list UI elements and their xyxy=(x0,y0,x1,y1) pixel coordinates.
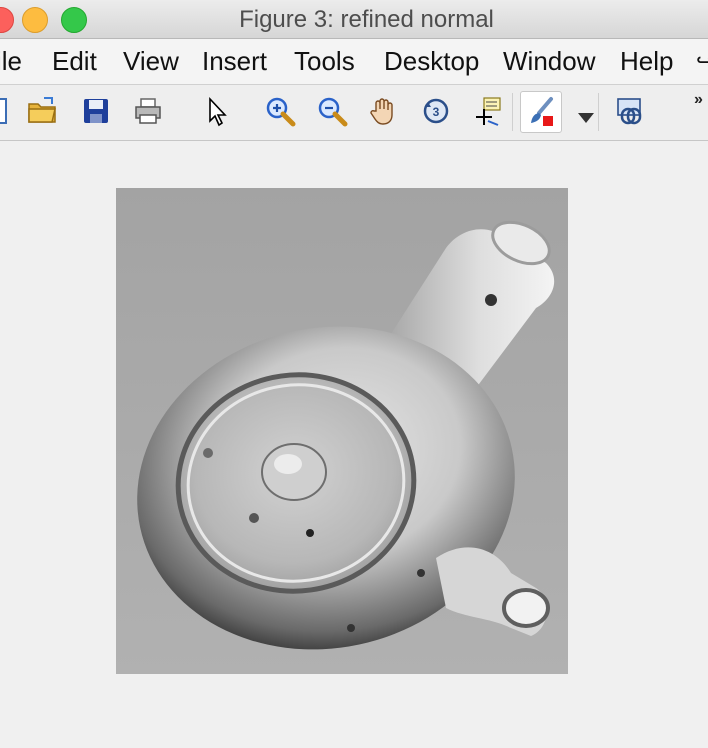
window-title: Figure 3: refined normal xyxy=(239,6,494,33)
zoom-in-icon[interactable] xyxy=(264,95,296,127)
pointer-icon[interactable] xyxy=(202,95,234,127)
menu-overflow-arrow-icon[interactable]: ↪ xyxy=(696,49,708,75)
rotate-3d-icon[interactable]: 3 xyxy=(420,95,452,127)
menu-edit[interactable]: Edit xyxy=(52,46,97,77)
print-icon[interactable] xyxy=(132,95,164,127)
toolbar-separator xyxy=(512,93,513,131)
save-icon[interactable] xyxy=(80,95,112,127)
new-figure-icon[interactable] xyxy=(0,95,12,127)
menu-desktop[interactable]: Desktop xyxy=(384,46,488,77)
menu-insert[interactable]: Insert xyxy=(202,46,278,77)
link-plot-icon[interactable] xyxy=(614,95,646,127)
figure-toolbar: 3 » xyxy=(0,85,708,141)
menu-window[interactable]: Window xyxy=(503,46,604,77)
toolbar-separator xyxy=(598,93,599,131)
dropdown-arrow-icon[interactable] xyxy=(570,101,594,123)
figure-canvas xyxy=(0,141,708,748)
menu-help[interactable]: Help xyxy=(620,46,673,77)
svg-text:3: 3 xyxy=(433,105,440,119)
brush-icon[interactable] xyxy=(520,91,562,133)
pan-hand-icon[interactable] xyxy=(368,95,400,127)
open-folder-icon[interactable] xyxy=(26,95,58,127)
menu-tools[interactable]: Tools xyxy=(294,46,368,77)
image-axes[interactable] xyxy=(116,188,568,674)
menu-bar: ile Edit View Insert Tools Desktop Windo… xyxy=(0,39,708,85)
data-cursor-icon[interactable] xyxy=(472,95,504,127)
title-bar: Figure 3: refined normal xyxy=(0,0,708,39)
menu-file[interactable]: ile xyxy=(0,46,22,77)
menu-view[interactable]: View xyxy=(123,46,179,77)
zoom-out-icon[interactable] xyxy=(316,95,348,127)
toolbar-overflow-icon[interactable]: » xyxy=(694,91,703,109)
teapot-normal-image xyxy=(116,188,568,674)
